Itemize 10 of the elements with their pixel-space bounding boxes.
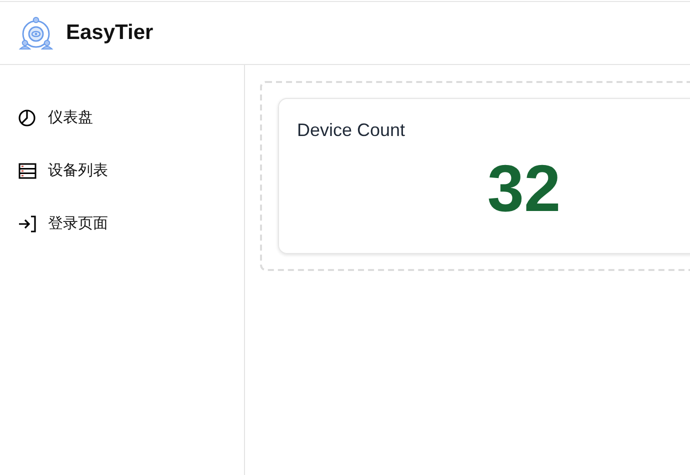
stat-value: 32 <box>486 155 562 221</box>
nav-item[interactable]: 仪表盘 <box>0 91 244 144</box>
app-title: EasyTier <box>66 21 154 45</box>
logo-icon <box>18 15 54 51</box>
pie-chart-icon <box>18 108 37 126</box>
nav-item[interactable]: 登录页面 <box>0 197 244 250</box>
stat-label: Device Count <box>297 120 406 141</box>
server-list-icon <box>18 162 37 180</box>
nav-item[interactable]: 设备列表 <box>0 144 244 197</box>
login-icon <box>18 214 37 232</box>
